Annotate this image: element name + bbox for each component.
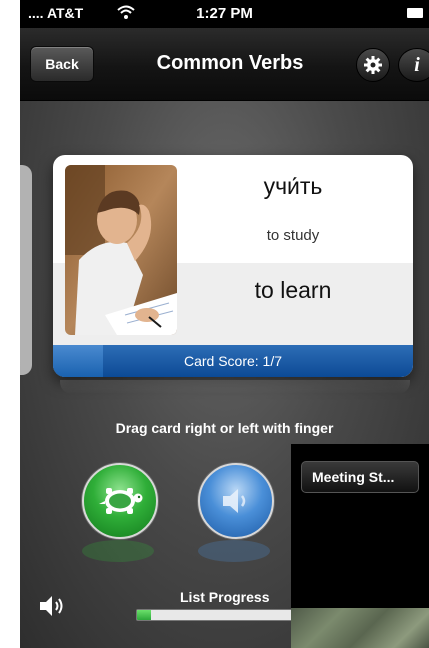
gear-icon	[364, 56, 382, 74]
turtle-icon	[99, 488, 143, 514]
foreign-word: учи́ть	[263, 173, 323, 199]
page-title: Common Verbs	[156, 52, 304, 74]
info-icon: i	[414, 53, 420, 76]
list-progress-bar	[136, 609, 298, 621]
volume-icon[interactable]	[38, 594, 66, 623]
play-button-reflection	[198, 540, 270, 562]
overlay-back-button[interactable]: Meeting St...	[301, 461, 419, 493]
card-score-bar: Card Score: 1/7	[53, 345, 413, 377]
previous-card-edge[interactable]	[20, 165, 32, 375]
drag-hint: Drag card right or left with finger	[115, 420, 334, 436]
speaker-icon	[223, 489, 246, 513]
slow-button-reflection	[82, 540, 154, 562]
navigation-bar: Back Common Verbs i	[20, 28, 429, 101]
status-time: 1:27 PM	[196, 5, 253, 22]
overlay-screen: Meeting St...	[291, 444, 429, 648]
settings-button[interactable]	[356, 48, 390, 82]
card-score-label: Card Score: 1/7	[183, 353, 283, 369]
list-progress-label: List Progress	[180, 589, 270, 605]
list-progress-fill	[137, 610, 152, 620]
info-button[interactable]: i	[398, 48, 429, 82]
translation: to learn	[254, 277, 332, 303]
back-button[interactable]: Back	[30, 46, 94, 82]
card-photo	[65, 165, 177, 335]
slow-playback-button[interactable]	[82, 463, 158, 539]
flashcard[interactable]: учи́ть to study to learn Card Score: 1/7	[53, 155, 413, 377]
card-reflection	[60, 380, 410, 394]
word-gloss: to study	[266, 227, 320, 244]
battery-icon	[407, 8, 423, 18]
status-bar: .... AT&T 1:27 PM	[20, 0, 429, 28]
overlay-map-image	[291, 608, 429, 648]
play-audio-button[interactable]	[198, 463, 274, 539]
